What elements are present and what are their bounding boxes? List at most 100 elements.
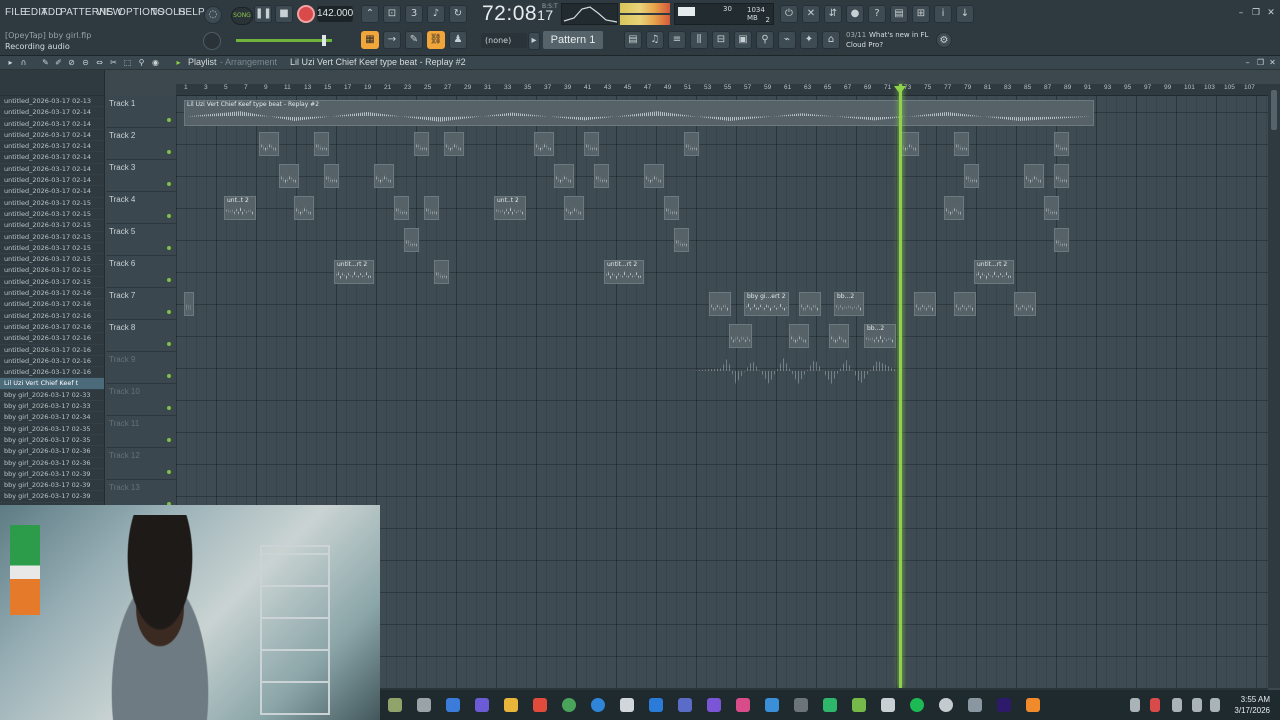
audio-clip[interactable] [584,132,599,156]
audio-clip[interactable] [1054,228,1069,252]
browser-item[interactable]: untitled_2026-03-17 02-15 [0,254,104,266]
playlist-arrangement[interactable]: Arrangement [225,57,277,67]
info-icon[interactable]: i [934,5,952,23]
news-headline[interactable]: What's new in FL [869,31,928,39]
browser-item[interactable]: untitled_2026-03-17 02-16 [0,345,104,356]
browser-item[interactable]: bby girl_2026-03-17 02-34 [0,412,104,424]
stamp-icon[interactable]: ♟ [449,31,467,49]
news-icon[interactable]: ⚙ [936,32,952,48]
audio-clip[interactable] [954,132,969,156]
audio-clip[interactable] [184,292,194,316]
restore-icon[interactable]: ❐ [1251,8,1261,18]
browser-item[interactable]: untitled_2026-03-17 02-15 [0,198,104,209]
audio-clip[interactable] [799,292,821,316]
tray-wifi-icon[interactable] [1192,698,1202,712]
browser-item[interactable]: bby girl_2026-03-17 02-36 [0,458,104,469]
audio-clip[interactable] [414,132,429,156]
track-header[interactable]: Track 10 [106,384,176,416]
browser-item[interactable]: untitled_2026-03-17 02-16 [0,288,104,300]
tempo-display[interactable]: 142.000 [317,6,353,22]
audio-clip[interactable] [1024,164,1044,188]
slice-tool-icon[interactable]: ✂ [109,58,118,67]
audio-clip[interactable] [644,164,664,188]
playlist-window-icon[interactable]: ▤ [624,31,642,49]
browser-item[interactable]: bby girl_2026-03-17 02-33 [0,401,104,413]
audio-clip[interactable]: Lil Uzi Vert Chief Keef type beat - Repl… [184,100,1094,126]
snap-icon[interactable]: ▦ [361,31,379,49]
tray-volume-icon[interactable] [1210,698,1220,712]
track-header[interactable]: Track 4 [106,192,176,224]
master-volume-slider[interactable] [236,35,332,46]
track-header[interactable]: Track 3 [106,160,176,192]
panic-icon[interactable]: ✕ [802,5,820,23]
browser-item[interactable]: bby girl_2026-03-17 02-39 [0,469,104,481]
pattern-selector[interactable]: Pattern 1 [543,31,603,49]
playhead-marker[interactable] [894,86,906,94]
browser-item[interactable]: untitled_2026-03-17 02-14 [0,186,104,198]
step-edit-icon[interactable]: ⊡ [383,5,401,23]
track-header[interactable]: Track 6 [106,256,176,288]
playlist-breadcrumb[interactable]: Lil Uzi Vert Chief Keef type beat - Repl… [290,57,466,67]
browser-item[interactable]: untitled_2026-03-17 02-14 [0,130,104,142]
audio-clip[interactable]: bby gi...ert 2 [744,292,789,316]
audio-clip[interactable] [404,228,419,252]
browser-item[interactable]: untitled_2026-03-17 02-15 [0,265,104,277]
audio-clip[interactable] [1054,164,1069,188]
audio-clip[interactable] [1014,292,1036,316]
taskbar-app-icon[interactable] [736,698,750,712]
browser-item[interactable]: untitled_2026-03-17 02-15 [0,209,104,221]
taskbar-app-icon[interactable] [388,698,402,712]
taskbar-app-icon[interactable] [823,698,837,712]
browser-item[interactable]: untitled_2026-03-17 02-14 [0,107,104,119]
audio-clip[interactable] [434,260,449,284]
browser-item[interactable]: untitled_2026-03-17 02-13 [0,96,104,108]
audio-clip[interactable]: untit...rt 2 [604,260,644,284]
vertical-scrollbar[interactable] [1268,84,1280,688]
tray-mic-icon[interactable] [1172,698,1182,712]
track-mute-led[interactable] [167,246,171,250]
audio-clip[interactable] [534,132,554,156]
browser-item[interactable]: bby girl_2026-03-17 02-35 [0,424,104,435]
track-header[interactable]: Track 7 [106,288,176,320]
audio-clip[interactable]: untit...rt 2 [974,260,1014,284]
taskbar-discord-icon[interactable] [707,698,721,712]
master-pitch-knob[interactable] [203,32,221,50]
record-button[interactable] [297,5,315,23]
audio-clip[interactable] [564,196,584,220]
delete-tool-icon[interactable]: ⊘ [67,58,76,67]
track-mute-led[interactable] [167,470,171,474]
audio-clip[interactable]: unt..t 2 [494,196,526,220]
track-header[interactable]: Track 5 [106,224,176,256]
browser-item[interactable]: untitled_2026-03-17 02-15 [0,243,104,255]
track-mute-led[interactable] [167,438,171,442]
taskbar-app-icon[interactable] [678,698,692,712]
tray-app-icon[interactable] [1150,698,1160,712]
audio-clip[interactable] [324,164,339,188]
audio-clip[interactable] [1054,132,1069,156]
playback-tool-icon[interactable]: ◉ [151,58,160,67]
browser-item[interactable]: bby girl_2026-03-17 02-35 [0,435,104,447]
playhead[interactable] [899,84,902,688]
playlist-close-icon[interactable]: ✕ [1268,58,1277,67]
taskbar-app-icon[interactable] [881,698,895,712]
audio-clip[interactable] [684,132,699,156]
track-mute-led[interactable] [167,374,171,378]
audio-clip[interactable] [259,132,279,156]
restart-icon[interactable]: ⏻ [780,5,798,23]
zoom-tool-icon[interactable]: ⚲ [137,58,146,67]
browser-item[interactable]: untitled_2026-03-17 02-16 [0,299,104,311]
browser-item[interactable]: untitled_2026-03-17 02-16 [0,333,104,345]
track-header[interactable]: Track 1 [106,96,176,128]
wand-icon[interactable]: ✦ [800,31,818,49]
track-mute-led[interactable] [167,310,171,314]
loop-record-icon[interactable]: ↻ [449,5,467,23]
audio-clip[interactable] [1044,196,1059,220]
track-mute-led[interactable] [167,278,171,282]
select-tool-icon[interactable]: ⬚ [123,58,132,67]
taskbar-app-icon[interactable] [852,698,866,712]
audio-clip[interactable] [964,164,979,188]
browser-item[interactable]: untitled_2026-03-17 02-14 [0,141,104,153]
browser-item[interactable]: untitled_2026-03-17 02-14 [0,152,104,164]
audio-clip[interactable] [554,164,574,188]
taskbar-settings-icon[interactable] [968,698,982,712]
